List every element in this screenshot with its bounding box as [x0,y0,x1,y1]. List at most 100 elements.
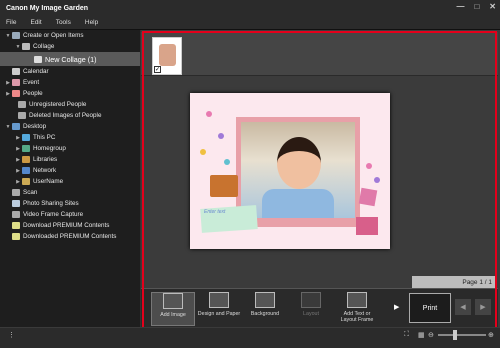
sidebar-item-homegroup[interactable]: ▶ Homegroup [0,143,140,154]
toolbar-next-button[interactable]: ▶ [394,303,399,311]
expand-arrow-icon[interactable]: ▶ [14,146,22,152]
sidebar-item-label: Event [23,79,40,86]
sidebar-item-deleted-images[interactable]: Deleted Images of People [0,110,140,121]
menu-dots-icon[interactable]: ⋮ [8,331,15,339]
previous-arrow-button[interactable]: ◀ [455,299,471,315]
edit-toolbar: Add Image Design and Paper Background La… [141,288,498,327]
layout-label: Layout [303,311,319,317]
zoom-in-icon[interactable]: ⊕ [488,331,494,339]
sidebar-item-unregistered-people[interactable]: Unregistered People [0,99,140,110]
expand-arrow-icon[interactable]: ▶ [14,168,22,174]
sidebar-item-label: This PC [33,134,56,141]
sidebar-item-event[interactable]: ▶ Event [0,77,140,88]
sidebar-item-create[interactable]: ▼ Create or Open Items [0,30,140,41]
sidebar-item-pc[interactable]: ▶ This PC [0,132,140,143]
sidebar-item-label: Network [33,167,57,174]
next-arrow-button[interactable]: ▶ [475,299,491,315]
grid-view-icon[interactable]: ▦ [418,331,425,339]
sidebar-item-label: UserName [33,178,64,185]
flower-sticker [218,133,224,139]
user-icon [22,178,30,185]
new-collage-icon [34,55,42,63]
deleted-images-icon [18,112,26,119]
layout-button[interactable]: Layout [289,292,333,326]
sidebar-item-calendar[interactable]: Calendar [0,66,140,77]
cake-sticker [210,175,238,197]
sidebar-item-collage[interactable]: ▼ Collage [0,41,140,52]
expand-arrow-icon[interactable]: ▼ [4,124,12,130]
add-image-button[interactable]: Add Image [151,292,195,326]
design-paper-button[interactable]: Design and Paper [197,292,241,326]
sidebar-item-downloaded[interactable]: Downloaded PREMIUM Contents [0,231,140,242]
expand-arrow-icon[interactable]: ▼ [14,44,22,50]
sidebar-item-label: Homegroup [33,145,66,152]
menu-help[interactable]: Help [85,19,98,26]
menu-tools[interactable]: Tools [56,19,71,26]
title-bar: Canon My Image Garden — □ ✕ [0,0,500,16]
thumbnail-photo [159,44,176,66]
zoom-slider-knob[interactable] [453,330,457,340]
sidebar-item-label: Collage [33,43,55,50]
sidebar-item-label: Video Frame Capture [23,211,84,218]
thumbnail-checkbox[interactable]: ✓ [154,66,161,73]
sidebar-item-label: Unregistered People [29,101,87,108]
add-image-icon [163,293,183,309]
sidebar-item-people[interactable]: ▶ People [0,88,140,99]
design-paper-label: Design and Paper [197,311,241,317]
sidebar-item-user[interactable]: ▶ UserName [0,176,140,187]
calendar-icon [12,68,20,75]
flower-sticker [206,111,212,117]
page-indicator: Page 1 / 1 [412,276,496,288]
expand-arrow-icon[interactable]: ▶ [4,91,12,97]
sidebar-item-network[interactable]: ▶ Network [0,165,140,176]
downloaded-icon [12,233,20,240]
add-text-button[interactable]: Add Text or Layout Frame [335,292,379,326]
status-bar [0,327,500,348]
expand-arrow-icon[interactable]: ▶ [14,157,22,163]
event-icon [12,79,20,86]
sidebar-item-label: Photo Sharing Sites [23,200,79,207]
gift-sticker-2 [356,217,378,235]
background-button[interactable]: Background [243,292,287,326]
expand-arrow-icon[interactable]: ▶ [4,80,12,86]
collage-thumbnail[interactable]: ✓ [152,37,182,75]
add-text-icon [347,292,367,308]
sidebar-item-label: Deleted Images of People [29,112,102,119]
sidebar-item-scan[interactable]: Scan [0,187,140,198]
flower-sticker [374,177,380,183]
menu-bar: File Edit Tools Help [0,16,500,30]
fit-view-icon[interactable]: ⛶ [404,331,409,339]
expand-arrow-icon[interactable]: ▼ [4,33,12,39]
minimize-button[interactable]: — [456,2,464,11]
print-button[interactable]: Print [409,293,451,323]
sidebar-item-label: New Collage (1) [45,54,97,64]
scan-icon [12,189,20,196]
menu-file[interactable]: File [6,19,16,26]
video-capture-icon [12,211,20,218]
sidebar-item-photo-sharing[interactable]: Photo Sharing Sites [0,198,140,209]
sidebar-item-new-collage[interactable]: New Collage (1) [0,52,140,66]
sidebar-item-download[interactable]: Download PREMIUM Contents [0,220,140,231]
sidebar-item-video-capture[interactable]: Video Frame Capture [0,209,140,220]
sidebar-item-label: Calendar [23,68,49,75]
zoom-slider[interactable] [438,334,486,336]
collage-canvas[interactable]: Enter text [190,93,390,249]
collage-icon [22,43,30,50]
menu-edit[interactable]: Edit [30,19,41,26]
main-area: ✓ Enter text Page 1 / 1 Add Image Design… [141,30,500,327]
sidebar-item-libraries[interactable]: ▶ Libraries [0,154,140,165]
layout-icon [301,292,321,308]
expand-arrow-icon[interactable]: ▶ [14,135,22,141]
photo-shirt [262,189,334,218]
note-text[interactable]: Enter text [204,209,225,215]
desktop-icon [12,123,20,130]
expand-arrow-icon[interactable]: ▶ [14,179,22,185]
design-paper-icon [209,292,229,308]
people-icon [12,90,20,97]
zoom-out-icon[interactable]: ⊖ [428,331,434,339]
sidebar-item-desktop[interactable]: ▼ Desktop [0,121,140,132]
gift-sticker [358,187,378,207]
background-label: Background [250,311,280,317]
close-button[interactable]: ✕ [489,2,496,11]
maximize-button[interactable]: □ [474,2,479,11]
